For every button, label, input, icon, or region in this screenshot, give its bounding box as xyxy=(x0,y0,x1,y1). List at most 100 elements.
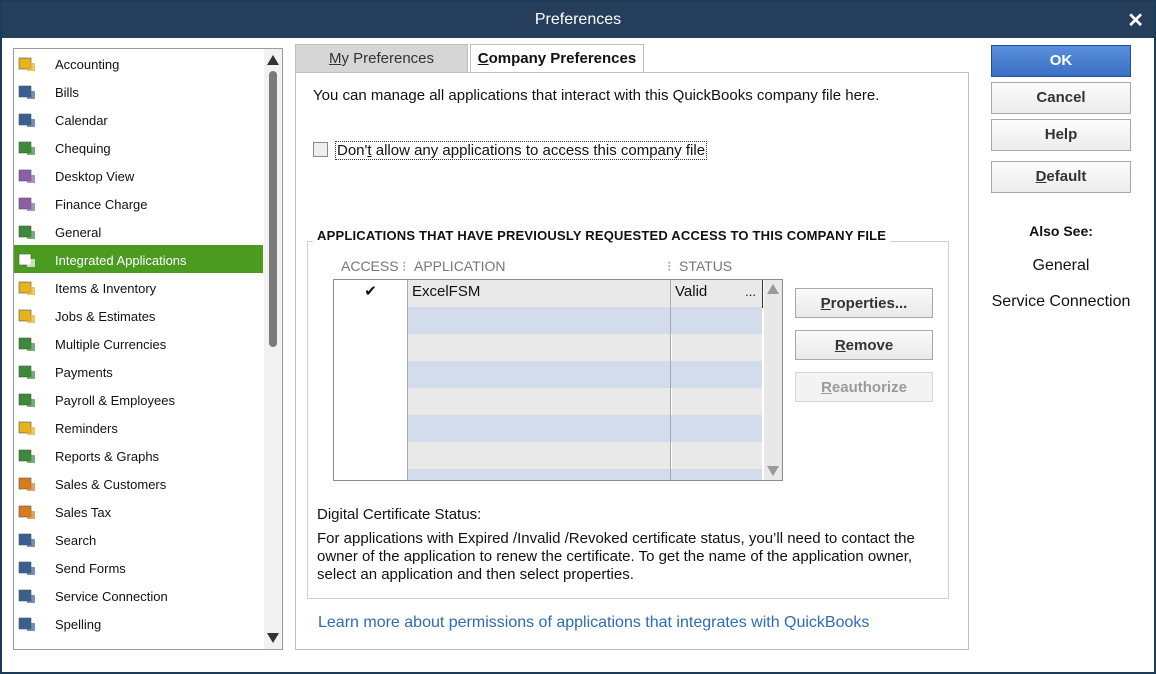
reminders-icon xyxy=(18,418,36,435)
category-scrollbar[interactable] xyxy=(264,49,282,649)
also-see-general-link[interactable]: General xyxy=(982,257,1140,275)
access-cell xyxy=(334,442,408,469)
sidebar-item-label: General xyxy=(55,225,102,240)
scroll-down-icon[interactable] xyxy=(267,633,279,643)
empty-table-row[interactable] xyxy=(334,469,762,480)
status-cell: Valid... xyxy=(672,280,762,307)
sidebar-item-jobs-estimates[interactable]: Jobs & Estimates xyxy=(14,301,263,329)
checkbox-label-pre: Don' xyxy=(337,142,368,159)
sidebar-item-chequing[interactable]: Chequing xyxy=(14,133,263,161)
sidebar-item-multiple-currencies[interactable]: Multiple Currencies xyxy=(14,329,263,357)
reports-graphs-icon xyxy=(18,446,36,463)
sidebar-item-label: Sales Tax xyxy=(55,505,112,520)
sidebar-item-label: Chequing xyxy=(55,141,111,156)
tab-company-label: ompany Preferences xyxy=(488,50,637,67)
empty-table-row[interactable] xyxy=(334,307,762,334)
sidebar-item-integrated-applications[interactable]: Integrated Applications xyxy=(14,245,263,273)
search-icon xyxy=(18,530,36,547)
disallow-access-checkbox[interactable] xyxy=(313,142,328,157)
sidebar-item-sales-tax[interactable]: Sales Tax xyxy=(14,497,263,525)
reauthorize-button[interactable]: Reauthorize xyxy=(795,372,933,402)
title-bar: Preferences ✕ xyxy=(2,2,1154,38)
tab-my-preferences[interactable]: My Preferences xyxy=(295,44,468,73)
certificate-status-text: For applications with Expired /Invalid /… xyxy=(317,530,915,583)
sidebar-item-payroll-employees[interactable]: Payroll & Employees xyxy=(14,385,263,413)
status-more-button[interactable]: ... xyxy=(745,280,756,304)
sidebar-item-items-inventory[interactable]: Items & Inventory xyxy=(14,273,263,301)
empty-table-row[interactable] xyxy=(334,361,762,388)
default-accesskey: D xyxy=(1035,168,1047,185)
sidebar-item-label: Integrated Applications xyxy=(55,253,187,268)
sidebar-item-sales-customers[interactable]: Sales & Customers xyxy=(14,469,263,497)
accounting-icon xyxy=(18,54,36,71)
applications-grid[interactable]: ✔ ExcelFSM Valid... xyxy=(333,279,783,481)
disallow-access-label[interactable]: Don't allow any applications to access t… xyxy=(335,141,708,160)
empty-table-row[interactable] xyxy=(334,388,762,415)
sidebar-item-label: Service Connection xyxy=(55,589,168,604)
access-cell xyxy=(334,388,408,415)
sidebar-item-service-connection[interactable]: Service Connection xyxy=(14,581,263,609)
access-cell xyxy=(334,361,408,388)
cancel-button[interactable]: Cancel xyxy=(991,82,1131,114)
grid-scroll-down-icon[interactable] xyxy=(767,466,779,476)
access-cell xyxy=(334,415,408,442)
scroll-up-icon[interactable] xyxy=(267,55,279,65)
access-cell xyxy=(334,469,408,480)
column-header-status[interactable]: STATUS xyxy=(679,258,732,274)
sidebar-item-label: Send Forms xyxy=(55,561,126,576)
ok-button[interactable]: OK xyxy=(991,45,1131,77)
grid-scrollbar[interactable] xyxy=(764,280,782,480)
reauthorize-accesskey: R xyxy=(821,379,832,396)
sidebar-item-accounting[interactable]: Accounting xyxy=(14,49,263,77)
applications-grid-header: ACCESS ⁝ APPLICATION ⁝ STATUS xyxy=(334,257,764,277)
sidebar-item-general[interactable]: General xyxy=(14,217,263,245)
properties-button[interactable]: Properties... xyxy=(795,288,933,318)
status-cell xyxy=(672,469,762,480)
empty-table-row[interactable] xyxy=(334,442,762,469)
sidebar-item-reminders[interactable]: Reminders xyxy=(14,413,263,441)
column-header-access[interactable]: ACCESS xyxy=(341,258,399,274)
table-row[interactable]: ✔ ExcelFSM Valid... xyxy=(334,280,763,308)
access-checkmark-icon: ✔ xyxy=(334,280,408,307)
sidebar-item-payments[interactable]: Payments xyxy=(14,357,263,385)
sidebar-item-reports-graphs[interactable]: Reports & Graphs xyxy=(14,441,263,469)
empty-table-row[interactable] xyxy=(334,334,762,361)
column-header-application[interactable]: APPLICATION xyxy=(414,258,506,274)
status-cell-value: Valid xyxy=(675,283,708,300)
sidebar-item-finance-charge[interactable]: Finance Charge xyxy=(14,189,263,217)
payments-icon xyxy=(18,362,36,379)
empty-table-row[interactable] xyxy=(334,415,762,442)
learn-more-link[interactable]: Learn more about permissions of applicat… xyxy=(318,614,869,632)
sidebar-item-desktop-view[interactable]: Desktop View xyxy=(14,161,263,189)
jobs-estimates-icon xyxy=(18,306,36,323)
application-cell xyxy=(408,334,671,361)
applications-group-title: APPLICATIONS THAT HAVE PREVIOUSLY REQUES… xyxy=(313,228,891,243)
access-cell xyxy=(334,307,408,334)
default-button[interactable]: Default xyxy=(991,161,1131,193)
service-connection-icon xyxy=(18,586,36,603)
remove-accesskey: R xyxy=(834,337,846,354)
status-cell xyxy=(672,361,762,388)
default-label: efault xyxy=(1046,168,1087,185)
also-see-service-connection-link[interactable]: Service Connection xyxy=(982,293,1140,311)
sidebar-item-label: Reports & Graphs xyxy=(55,449,160,464)
grid-scroll-up-icon[interactable] xyxy=(767,284,779,294)
application-cell xyxy=(408,307,671,334)
application-cell xyxy=(408,442,671,469)
close-icon[interactable]: ✕ xyxy=(1127,8,1144,33)
company-preferences-panel: You can manage all applications that int… xyxy=(295,72,969,650)
sidebar-item-calendar[interactable]: Calendar xyxy=(14,105,263,133)
payroll-employees-icon xyxy=(18,390,36,407)
properties-label: roperties... xyxy=(830,295,908,312)
tab-company-preferences[interactable]: Company Preferences xyxy=(470,44,644,74)
help-button[interactable]: Help xyxy=(991,119,1131,151)
application-cell xyxy=(408,361,671,388)
sidebar-item-spelling[interactable]: Spelling xyxy=(14,609,263,637)
remove-button[interactable]: Remove xyxy=(795,330,933,360)
scroll-thumb[interactable] xyxy=(269,71,277,347)
sidebar-item-bills[interactable]: Bills xyxy=(14,77,263,105)
sidebar-item-search[interactable]: Search xyxy=(14,525,263,553)
finance-charge-icon xyxy=(18,194,36,211)
sidebar-item-send-forms[interactable]: Send Forms xyxy=(14,553,263,581)
sales-tax-icon xyxy=(18,502,36,519)
